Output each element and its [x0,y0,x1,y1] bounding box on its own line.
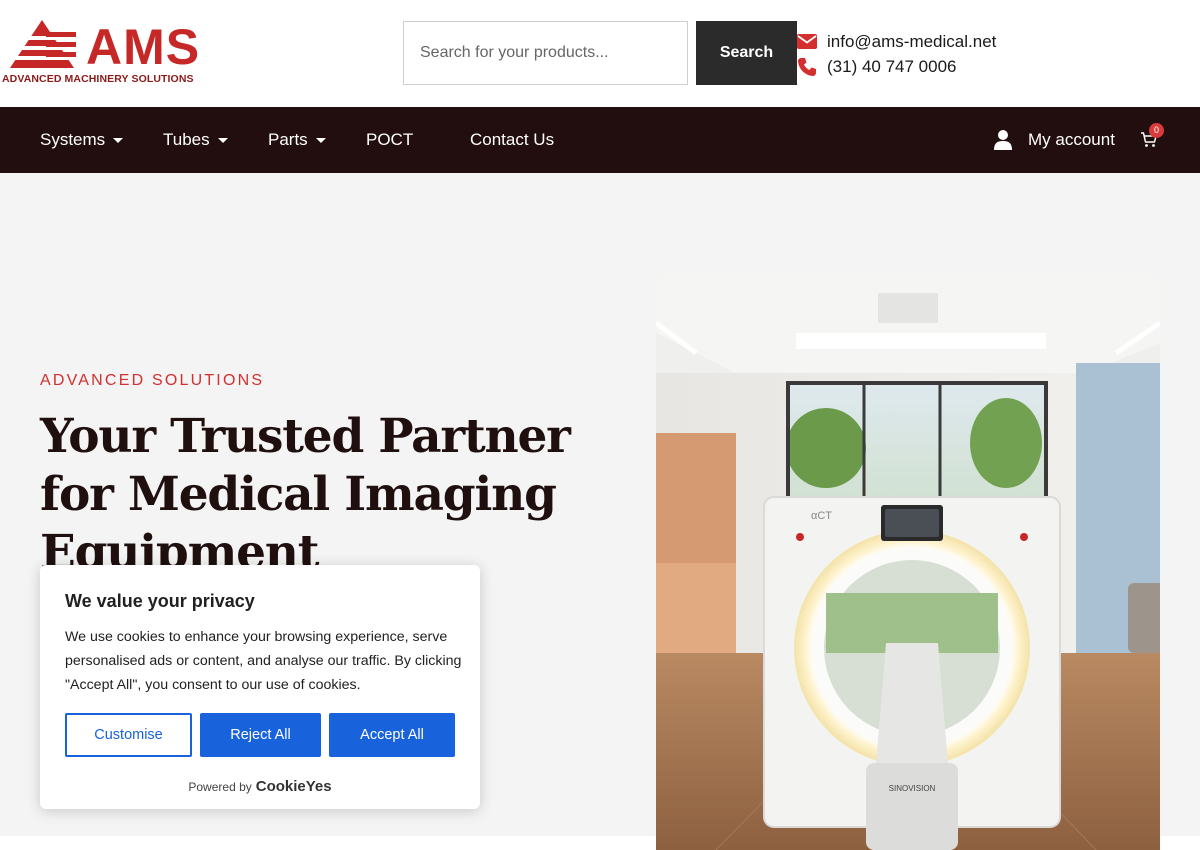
search-button[interactable]: Search [696,21,797,85]
scanner-brand-label: SINOVISION [889,784,936,793]
nav-item-label: Parts [268,130,308,149]
nav-item-parts[interactable]: Parts [268,107,326,173]
powered-by-label: Powered by [188,780,252,794]
hero-headline: Your Trusted Partner for Medical Imaging… [40,409,571,580]
cookie-title: We value your privacy [65,591,255,611]
search-input[interactable] [404,22,687,84]
caret-down-icon [113,137,124,143]
logo-mark-icon [4,20,76,68]
contact-info: info@ams-medical.net (31) 40 747 0006 [797,29,996,79]
nav-item-systems[interactable]: Systems [40,107,124,173]
contact-email[interactable]: info@ams-medical.net [827,32,996,52]
phone-row[interactable]: (31) 40 747 0006 [797,54,996,79]
envelope-icon [797,32,819,52]
nav-item-poct[interactable]: POCT [366,107,413,173]
nav-item-label: POCT [366,130,414,149]
main-nav: Systems Tubes Parts POCT Contact Us My a… [0,107,1200,173]
hero-image: SINOVISION αCT [656,273,1160,850]
ct-scanner-illustration: SINOVISION αCT [656,273,1160,850]
site-logo[interactable]: AMS ADVANCED MACHINERY SOLUTIONS [2,18,202,86]
powered-by: Powered by CookieYes [40,778,480,795]
reject-all-button[interactable]: Reject All [200,713,321,757]
phone-icon [797,57,819,77]
hero-eyebrow: ADVANCED SOLUTIONS [40,372,265,389]
caret-down-icon [315,137,326,143]
logo-tagline: ADVANCED MACHINERY SOLUTIONS [2,73,194,85]
my-account-label: My account [1028,130,1115,149]
logo-text: AMS [86,19,201,75]
email-row[interactable]: info@ams-medical.net [797,29,996,54]
nav-item-contact-us[interactable]: Contact Us [470,107,554,173]
site-header: AMS ADVANCED MACHINERY SOLUTIONS Search … [0,0,1200,107]
cookie-description: We use cookies to enhance your browsing … [65,629,462,693]
cookie-consent-banner: We value your privacy We use cookies to … [40,565,480,809]
cart-count-badge: 0 [1149,123,1164,138]
cart-button[interactable]: 0 [1140,123,1164,151]
scanner-model-label: αCT [811,510,832,522]
nav-item-label: Tubes [163,130,210,149]
my-account-link[interactable]: My account [994,107,1115,173]
nav-item-tubes[interactable]: Tubes [163,107,228,173]
accept-all-button[interactable]: Accept All [329,713,455,757]
search-field-wrapper [403,21,688,85]
nav-item-label: Systems [40,130,106,149]
cookieyes-logo[interactable]: CookieYes [256,778,332,795]
customise-button[interactable]: Customise [65,713,192,757]
caret-down-icon [217,137,228,143]
nav-item-label: Contact Us [470,130,555,149]
user-icon [994,130,1012,150]
contact-phone[interactable]: (31) 40 747 0006 [827,57,957,77]
